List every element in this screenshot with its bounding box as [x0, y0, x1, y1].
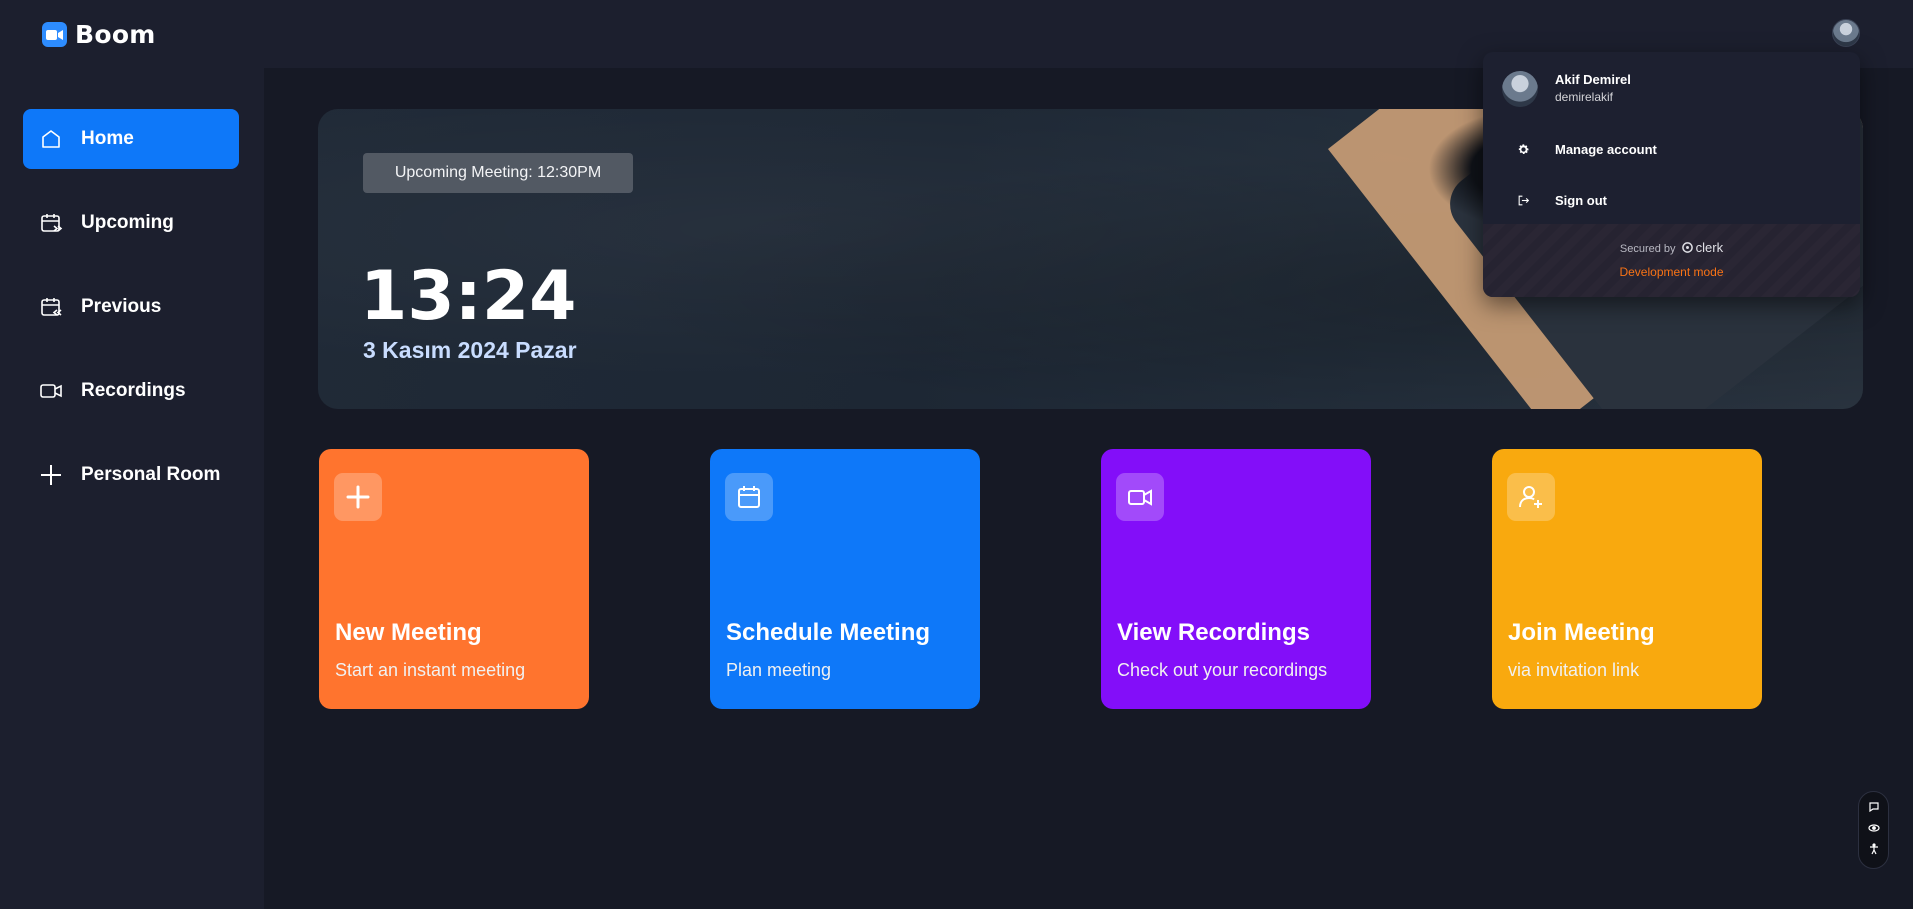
- view-recordings-card[interactable]: View Recordings Check out your recording…: [1101, 449, 1371, 709]
- schedule-meeting-card[interactable]: Schedule Meeting Plan meeting: [710, 449, 980, 709]
- chat-icon[interactable]: [1868, 800, 1880, 818]
- accessibility-icon[interactable]: [1868, 842, 1880, 860]
- user-display-name: Akif Demirel: [1555, 72, 1631, 87]
- sign-out-button[interactable]: Sign out: [1483, 180, 1860, 220]
- plus-icon: [38, 462, 64, 488]
- gear-icon: [1515, 141, 1531, 157]
- user-avatar-button[interactable]: [1832, 19, 1860, 47]
- manage-account-button[interactable]: Manage account: [1483, 129, 1860, 169]
- provider-name: clerk: [1695, 240, 1724, 255]
- sidebar: Home Upcoming Previous Recordings Person…: [0, 68, 264, 909]
- clerk-logo-icon: [1679, 242, 1696, 255]
- sidebar-item-home[interactable]: Home: [23, 109, 239, 169]
- development-mode-label: Development mode: [1619, 265, 1724, 279]
- video-icon: [1116, 473, 1164, 521]
- user-avatar: [1502, 71, 1538, 107]
- sidebar-item-upcoming[interactable]: Upcoming: [23, 193, 239, 253]
- eye-icon[interactable]: [1867, 821, 1880, 839]
- calendar-icon: [725, 473, 773, 521]
- user-menu-popover: Akif Demirel demirelakif Manage account …: [1483, 52, 1860, 297]
- video-icon: [38, 378, 64, 404]
- upcoming-meeting-badge: Upcoming Meeting: 12:30PM: [363, 153, 633, 193]
- new-meeting-card[interactable]: New Meeting Start an instant meeting: [319, 449, 589, 709]
- plus-icon: [334, 473, 382, 521]
- app-name: Boom: [75, 20, 156, 49]
- sign-out-icon: [1515, 192, 1531, 208]
- user-username: demirelakif: [1555, 90, 1614, 104]
- secured-by-text: Secured by clerk: [1619, 240, 1724, 255]
- sidebar-item-previous[interactable]: Previous: [23, 277, 239, 337]
- calendar-upcoming-icon: [38, 210, 64, 236]
- popover-footer: [1483, 224, 1860, 297]
- calendar-previous-icon: [38, 294, 64, 320]
- app-logo[interactable]: Boom: [42, 20, 156, 49]
- sidebar-item-personal-room[interactable]: Personal Room: [23, 445, 239, 505]
- video-camera-icon: [42, 22, 67, 47]
- home-icon: [38, 126, 64, 152]
- current-time: 13:24: [360, 257, 577, 336]
- add-user-icon: [1507, 473, 1555, 521]
- current-date: 3 Kasım 2024 Pazar: [363, 337, 577, 363]
- join-meeting-card[interactable]: Join Meeting via invitation link: [1492, 449, 1762, 709]
- floating-widget: [1858, 791, 1889, 869]
- sidebar-item-recordings[interactable]: Recordings: [23, 361, 239, 421]
